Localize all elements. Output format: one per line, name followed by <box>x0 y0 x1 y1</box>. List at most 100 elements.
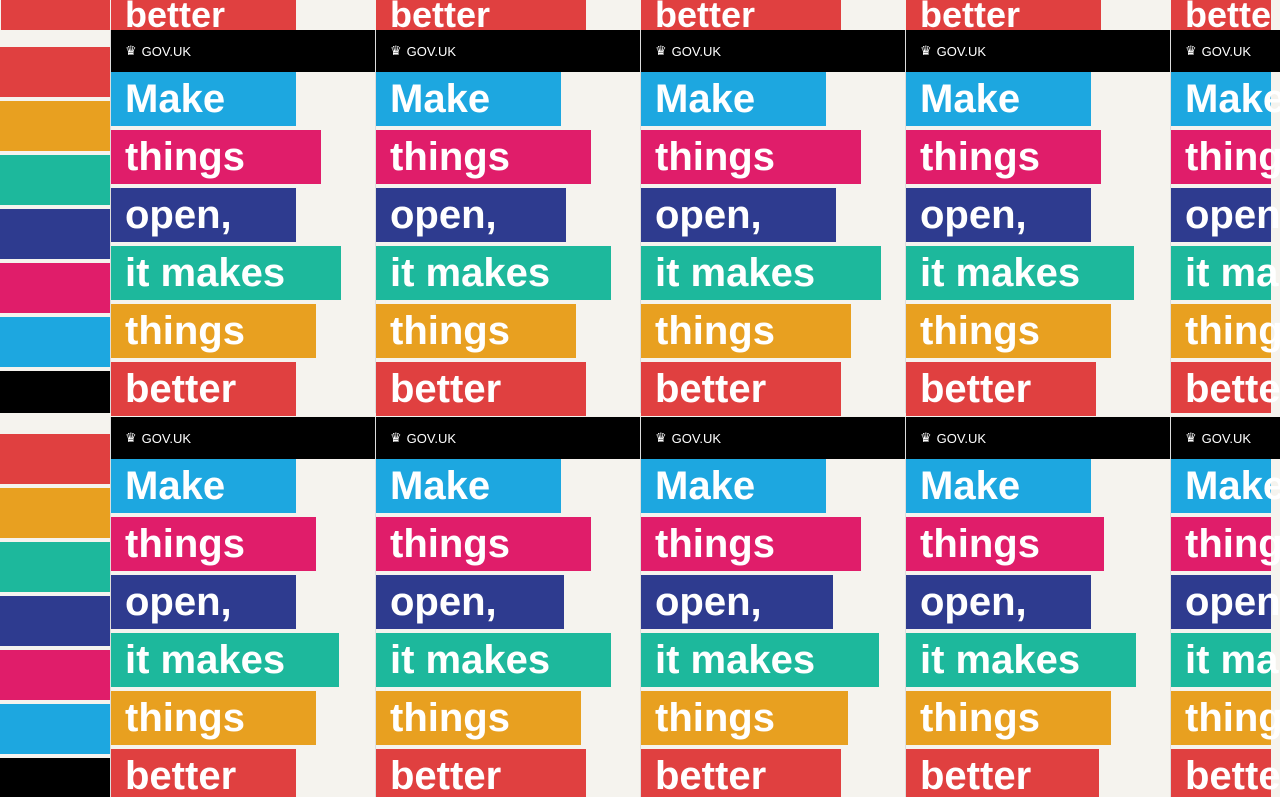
govuk-r2-1: GOV.UK <box>142 431 191 446</box>
card-5-row-1-partial: ♛ GOV.UK Make things open, it mak things… <box>1170 30 1280 413</box>
top-strip-left <box>0 0 110 30</box>
card-2-things1: things <box>376 130 591 184</box>
crown-icon-1: ♛ <box>125 43 137 59</box>
govuk-label-5: GOV.UK <box>1202 44 1251 59</box>
top-better-text-4: better <box>906 0 1101 30</box>
r2-card-1-make: Make <box>111 459 296 513</box>
r2-card-3-better: better <box>641 749 841 797</box>
card-3-make: Make <box>641 72 826 126</box>
r2-card-5-make: Make <box>1171 459 1271 513</box>
r2-card-2-better: better <box>376 749 586 797</box>
r2-card-4-open: open, <box>906 575 1091 629</box>
card-2-make: Make <box>376 72 561 126</box>
card-4-row-2: ♛ GOV.UK Make things open, it makes thin… <box>905 417 1170 797</box>
strip-itmakes-1 <box>0 155 110 205</box>
card-3-open: open, <box>641 188 836 242</box>
card-3-better: better <box>641 362 841 416</box>
card-5-things1: things <box>1171 130 1271 184</box>
card-3-things2: things <box>641 304 851 358</box>
card-5-make: Make <box>1171 72 1271 126</box>
card-r2-5-header: ♛ GOV.UK <box>1171 417 1280 459</box>
r2-card-1-better: better <box>111 749 296 797</box>
card-1-itmakes: it makes <box>111 246 341 300</box>
top-better-text-5: bette <box>1171 0 1271 30</box>
r2-card-3-things2: things <box>641 691 848 745</box>
card-4-itmakes: it makes <box>906 246 1134 300</box>
card-r2-2-header: ♛ GOV.UK <box>376 417 640 459</box>
card-4-make: Make <box>906 72 1091 126</box>
r2-card-4-things2: things <box>906 691 1111 745</box>
r2-card-2-things2: things <box>376 691 581 745</box>
card-2-header: ♛ GOV.UK <box>376 30 640 72</box>
card-1-things2: things <box>111 304 316 358</box>
card-5-row-2-partial: ♛ GOV.UK Make things open, it mak things… <box>1170 417 1280 797</box>
crown-icon-3: ♛ <box>655 43 667 59</box>
card-1-row-2: ♛ GOV.UK Make things open, it makes thin… <box>110 417 375 797</box>
govuk-r2-4: GOV.UK <box>937 431 986 446</box>
card-5-things2: things <box>1171 304 1271 358</box>
top-better-2: better <box>375 0 640 30</box>
r2-card-1-itmakes: it makes <box>111 633 339 687</box>
card-3-row-1: ♛ GOV.UK Make things open, it makes thin… <box>640 30 905 413</box>
crown-r2-1: ♛ <box>125 430 137 446</box>
strip-better-2 <box>0 434 110 484</box>
govuk-r2-2: GOV.UK <box>407 431 456 446</box>
r2-card-3-itmakes: it makes <box>641 633 879 687</box>
r2-card-5-better: bette <box>1171 749 1271 797</box>
card-1-header: ♛ GOV.UK <box>111 30 375 72</box>
left-strip-2 <box>0 417 110 797</box>
left-strip-1 <box>0 30 110 413</box>
r2-card-4-make: Make <box>906 459 1091 513</box>
strip-make-1 <box>0 317 110 367</box>
card-4-row-1: ♛ GOV.UK Make things open, it makes thin… <box>905 30 1170 413</box>
r2-card-4-things1: things <box>906 517 1104 571</box>
govuk-r2-3: GOV.UK <box>672 431 721 446</box>
crown-r2-5: ♛ <box>1185 430 1197 446</box>
strip-things-1 <box>0 101 110 151</box>
govuk-label-1: GOV.UK <box>142 44 191 59</box>
card-1-make: Make <box>111 72 296 126</box>
top-better-5: bette <box>1170 0 1280 30</box>
card-3-things1: things <box>641 130 861 184</box>
govuk-label-3: GOV.UK <box>672 44 721 59</box>
card-2-better: better <box>376 362 586 416</box>
card-5-itmakes: it mak <box>1171 246 1271 300</box>
card-4-open: open, <box>906 188 1091 242</box>
top-better-text-1: better <box>111 0 296 30</box>
card-4-things2: things <box>906 304 1111 358</box>
r2-card-3-make: Make <box>641 459 826 513</box>
card-1-things1: things <box>111 130 321 184</box>
card-1-better: better <box>111 362 296 416</box>
crown-r2-4: ♛ <box>920 430 932 446</box>
r2-card-3-open: open, <box>641 575 833 629</box>
card-3-header: ♛ GOV.UK <box>641 30 905 72</box>
govuk-label-2: GOV.UK <box>407 44 456 59</box>
govuk-label-4: GOV.UK <box>937 44 986 59</box>
r2-card-4-itmakes: it makes <box>906 633 1136 687</box>
crown-icon-2: ♛ <box>390 43 402 59</box>
strip-header-2 <box>0 758 110 797</box>
r2-card-5-open: open, <box>1171 575 1271 629</box>
govuk-r2-5: GOV.UK <box>1202 431 1251 446</box>
crown-r2-2: ♛ <box>390 430 402 446</box>
strip-header-1 <box>0 371 110 413</box>
strip-things-2 <box>0 488 110 538</box>
r2-card-4-better: better <box>906 749 1099 797</box>
strip-make-2 <box>0 704 110 754</box>
r2-card-2-open: open, <box>376 575 564 629</box>
card-5-better: bette <box>1171 362 1271 413</box>
strip-things2-1 <box>0 263 110 313</box>
top-better-text-2: better <box>376 0 586 30</box>
card-5-open: open, <box>1171 188 1271 242</box>
top-better-4: better <box>905 0 1170 30</box>
r2-card-1-things2: things <box>111 691 316 745</box>
r2-card-5-itmakes: it mak <box>1171 633 1271 687</box>
cards-row-1: ♛ GOV.UK Make things open, it makes thin… <box>0 30 1280 413</box>
r2-card-2-make: Make <box>376 459 561 513</box>
strip-better-1 <box>0 47 110 97</box>
cards-row-2: ♛ GOV.UK Make things open, it makes thin… <box>0 417 1280 797</box>
strip-itmakes-2 <box>0 542 110 592</box>
card-3-itmakes: it makes <box>641 246 881 300</box>
card-4-things1: things <box>906 130 1101 184</box>
crown-icon-5: ♛ <box>1185 43 1197 59</box>
